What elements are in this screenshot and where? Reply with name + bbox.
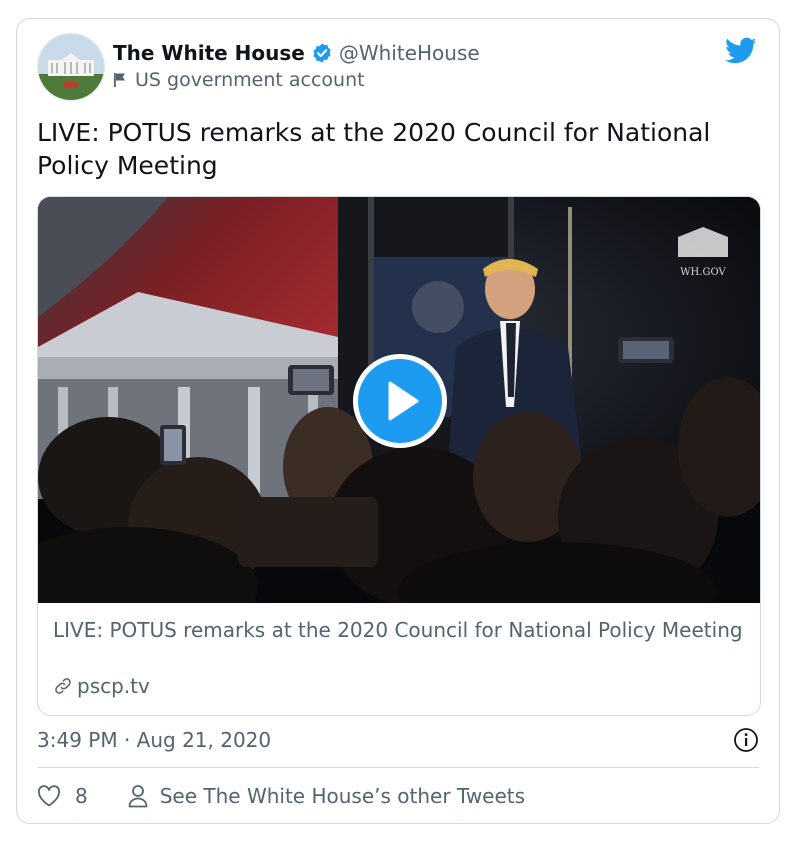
see-other-tweets-label: See The White House’s other Tweets	[159, 784, 526, 808]
verified-badge-icon	[313, 43, 331, 63]
government-label: US government account	[113, 69, 365, 91]
media-card[interactable]: WH.GOV LIVE: POTUS remarks at the 2020 C…	[37, 196, 761, 716]
tweet-timestamp[interactable]: 3:49 PM · Aug 21, 2020	[37, 728, 271, 752]
like-button[interactable]: 8	[37, 784, 88, 808]
link-domain-text: pscp.tv	[77, 674, 150, 698]
video-watermark: WH.GOV	[680, 267, 726, 278]
person-icon	[128, 785, 148, 808]
government-label-text: US government account	[135, 69, 365, 91]
tweet-card: The White House @WhiteHouse US governmen…	[16, 18, 780, 824]
flag-icon	[114, 73, 125, 87]
video-player[interactable]: WH.GOV	[38, 197, 760, 603]
link-card-title[interactable]: LIVE: POTUS remarks at the 2020 Council …	[53, 617, 743, 644]
info-icon[interactable]	[733, 727, 759, 753]
link-icon	[55, 678, 71, 694]
author-name-row: The White House @WhiteHouse	[113, 41, 480, 65]
tweet-actions: 8 See The White House’s other Tweets	[37, 784, 525, 808]
avatar[interactable]	[37, 33, 105, 101]
see-other-tweets-link[interactable]: See The White House’s other Tweets	[128, 784, 525, 808]
author-display-name[interactable]: The White House	[113, 41, 305, 65]
white-house-avatar-image	[38, 34, 104, 100]
play-icon	[388, 381, 419, 421]
like-count: 8	[75, 784, 88, 808]
tweet-text: LIVE: POTUS remarks at the 2020 Council …	[37, 118, 711, 180]
twitter-bird-icon[interactable]	[725, 37, 757, 65]
link-card-domain[interactable]: pscp.tv	[53, 674, 150, 698]
heart-icon	[37, 785, 61, 807]
author-handle[interactable]: @WhiteHouse	[339, 41, 480, 65]
play-button[interactable]	[353, 354, 447, 448]
divider	[37, 767, 759, 768]
